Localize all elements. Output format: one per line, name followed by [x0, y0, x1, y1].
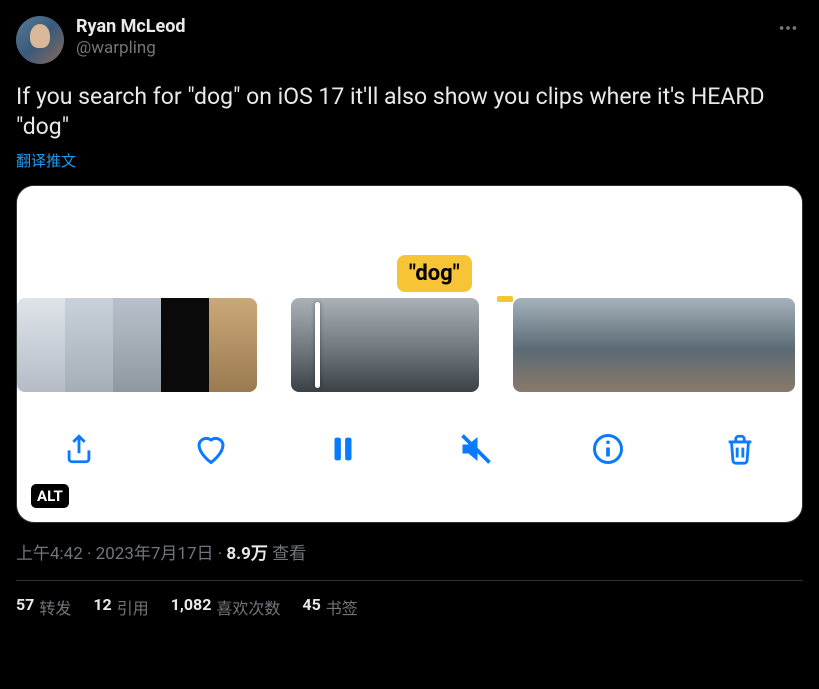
- translate-link[interactable]: 翻译推文: [16, 150, 803, 171]
- avatar[interactable]: [16, 16, 64, 64]
- trash-button[interactable]: [718, 427, 762, 471]
- alt-badge[interactable]: ALT: [31, 484, 69, 508]
- views-count: 8.9万: [226, 544, 267, 564]
- info-icon: [590, 431, 626, 467]
- share-button[interactable]: [57, 427, 101, 471]
- tweet-time[interactable]: 上午4:42: [16, 544, 83, 564]
- share-icon: [62, 432, 96, 466]
- pause-button[interactable]: [321, 427, 365, 471]
- media-header-area: "dog": [17, 186, 802, 298]
- video-frame: [385, 298, 432, 392]
- bookmarks-stat[interactable]: 45 书签: [302, 595, 357, 619]
- media-toolbar: [17, 392, 802, 484]
- tweet-date[interactable]: 2023年7月17日: [96, 544, 214, 564]
- video-frame: [17, 298, 65, 392]
- likes-stat[interactable]: 1,082 喜欢次数: [171, 595, 281, 619]
- tweet-header: Ryan McLeod @warpling: [16, 16, 803, 64]
- clip-group[interactable]: [513, 298, 795, 392]
- mute-button[interactable]: [454, 427, 498, 471]
- stats-row: 57 转发 12 引用 1,082 喜欢次数 45 书签: [16, 581, 803, 619]
- video-frame: [654, 298, 701, 392]
- video-frame: [513, 298, 560, 392]
- media-card[interactable]: "dog": [16, 185, 803, 523]
- quotes-stat[interactable]: 12 引用: [93, 595, 148, 619]
- views-label: 查看: [268, 544, 306, 564]
- video-frame: [209, 298, 257, 392]
- video-frame: [748, 298, 795, 392]
- more-button[interactable]: [773, 16, 803, 40]
- handle[interactable]: @warpling: [76, 38, 803, 58]
- video-frame: [65, 298, 113, 392]
- author-block: Ryan McLeod @warpling: [76, 16, 803, 58]
- clip-group[interactable]: [17, 298, 257, 392]
- video-timeline[interactable]: [17, 298, 802, 392]
- video-frame: [113, 298, 161, 392]
- more-icon: [777, 17, 799, 39]
- video-frame: [161, 298, 209, 392]
- info-button[interactable]: [586, 427, 630, 471]
- clip-group[interactable]: [291, 298, 479, 392]
- tweet: Ryan McLeod @warpling If you search for …: [0, 0, 819, 619]
- mute-icon: [458, 431, 494, 467]
- heart-icon: [193, 431, 229, 467]
- video-frame: [338, 298, 385, 392]
- search-term-bubble: "dog": [397, 255, 472, 292]
- video-frame: [701, 298, 748, 392]
- video-frame: [607, 298, 654, 392]
- timeline-marker: [497, 296, 513, 302]
- trash-icon: [723, 432, 757, 466]
- tweet-meta: 上午4:42 · 2023年7月17日 · 8.9万 查看: [16, 539, 803, 564]
- playhead[interactable]: [315, 302, 320, 388]
- like-button[interactable]: [189, 427, 233, 471]
- video-frame: [432, 298, 479, 392]
- display-name[interactable]: Ryan McLeod: [76, 16, 803, 37]
- retweets-stat[interactable]: 57 转发: [16, 595, 71, 619]
- pause-icon: [326, 432, 360, 466]
- video-frame: [560, 298, 607, 392]
- tweet-text: If you search for "dog" on iOS 17 it'll …: [16, 82, 803, 142]
